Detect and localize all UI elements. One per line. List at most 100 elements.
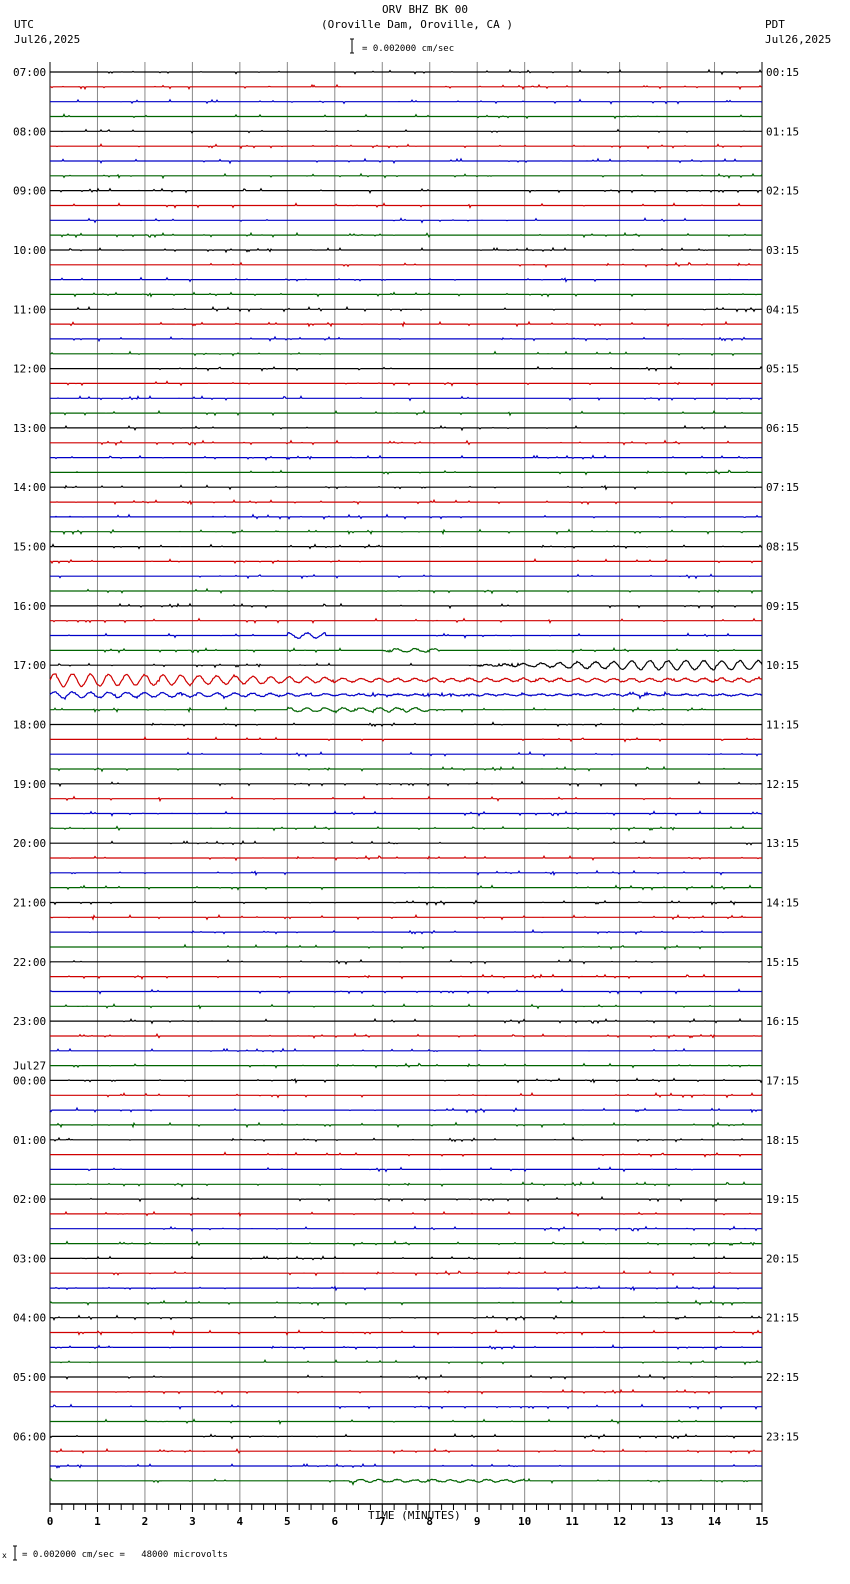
x-tick-label: 13 <box>660 1515 673 1528</box>
trace-row <box>50 573 762 580</box>
trace-row <box>50 187 762 194</box>
trace-row <box>50 825 762 832</box>
trace-row <box>50 291 762 298</box>
trace-row <box>50 202 762 209</box>
trace-row <box>50 928 762 935</box>
x-tick-label: 8 <box>426 1515 433 1528</box>
trace-row <box>50 617 762 625</box>
pdt-hour-label: 00:15 <box>766 66 799 79</box>
trace-row <box>49 988 762 995</box>
trace-row <box>50 543 763 550</box>
pdt-hour-label: 02:15 <box>766 185 799 198</box>
trace-row <box>50 659 763 671</box>
utc-hour-label: 13:00 <box>13 422 46 435</box>
trace-row <box>50 1047 762 1053</box>
x-tick-label: 15 <box>755 1515 768 1528</box>
x-tick-label: 3 <box>189 1515 196 1528</box>
trace-row <box>50 1195 762 1203</box>
trace-row <box>50 1418 762 1426</box>
trace-row <box>49 869 762 877</box>
utc-hour-label: 22:00 <box>13 956 46 969</box>
utc-hour-label: 05:00 <box>13 1371 46 1384</box>
pdt-hour-label: 11:15 <box>766 719 799 732</box>
trace-row <box>50 513 762 520</box>
pdt-hour-label: 06:15 <box>766 422 799 435</box>
utc-hour-label: 16:00 <box>13 600 46 613</box>
utc-hour-label: 15:00 <box>13 541 46 554</box>
pdt-hour-label: 03:15 <box>766 244 799 257</box>
trace-row <box>50 1359 762 1366</box>
trace-row <box>50 143 762 150</box>
trace-row <box>49 1477 762 1486</box>
utc-hour-label: 09:00 <box>13 185 46 198</box>
helicorder-page: ORV BHZ BK 00 (Oroville Dam, Oroville, C… <box>0 0 850 1584</box>
x-tick-label: 11 <box>566 1515 580 1528</box>
x-tick-label: 14 <box>708 1515 722 1528</box>
trace-row <box>49 690 763 701</box>
trace-row <box>50 943 763 951</box>
utc-hour-label: 08:00 <box>13 125 46 138</box>
seismogram-plot: 07:00 08:00 09:00 10:00 11:00 12:00 13:00 14:00… <box>13 38 799 1561</box>
utc-hour-label: 04:00 <box>13 1312 46 1325</box>
trace-row <box>50 1329 762 1336</box>
utc-hour-label: 11:00 <box>13 303 46 316</box>
utc-hour-label: 23:00 <box>13 1015 46 1028</box>
trace-row <box>50 913 762 921</box>
utc-hour-label: 02:00 <box>13 1193 46 1206</box>
trace-row <box>50 1270 762 1277</box>
trace-row <box>50 469 762 476</box>
date-change-label: Jul27 <box>13 1059 46 1072</box>
pdt-hour-label: 23:15 <box>766 1430 799 1443</box>
trace-row <box>50 587 762 595</box>
pdt-hour-label: 01:15 <box>766 125 799 138</box>
trace-row <box>49 721 762 728</box>
trace-row <box>50 498 762 506</box>
trace-row <box>50 1210 762 1218</box>
trace-row <box>50 1136 762 1143</box>
pdt-hour-label: 14:15 <box>766 896 799 909</box>
trace-row <box>50 395 762 402</box>
trace-row <box>50 157 762 165</box>
trace-row <box>50 320 762 328</box>
trace-row <box>50 1017 762 1025</box>
trace-row <box>50 484 762 491</box>
trace-row <box>50 736 762 743</box>
pdt-hour-label: 15:15 <box>766 956 799 969</box>
utc-hour-label: 18:00 <box>13 719 46 732</box>
trace-row <box>50 1448 762 1455</box>
utc-hour-label: 21:00 <box>13 896 46 909</box>
utc-hour-label: 01:00 <box>13 1134 46 1147</box>
trace-row <box>50 1003 762 1010</box>
trace-row <box>50 68 762 76</box>
trace-row <box>50 558 762 565</box>
trace-row <box>49 528 762 536</box>
trace-row <box>50 1166 762 1173</box>
x-tick-label: 4 <box>237 1515 244 1528</box>
trace-row <box>50 884 762 891</box>
utc-hour-label: 14:00 <box>13 481 46 494</box>
trace-row <box>50 854 762 862</box>
trace-row <box>50 1462 762 1469</box>
trace-row <box>50 350 762 357</box>
trace-row <box>49 958 763 965</box>
trace-row <box>50 1373 762 1381</box>
trace-row <box>50 1285 762 1292</box>
trace-row <box>50 217 762 224</box>
x-tick-label: 0 <box>47 1515 54 1528</box>
trace-row <box>50 261 762 268</box>
x-tick-label: 5 <box>284 1515 291 1528</box>
trace-row <box>49 1299 762 1307</box>
pdt-hour-label: 17:15 <box>766 1074 799 1087</box>
trace-row <box>50 840 762 846</box>
trace-row <box>50 1032 762 1040</box>
trace-row <box>50 424 762 432</box>
pdt-hour-label: 19:15 <box>766 1193 799 1206</box>
utc-hour-label: 12:00 <box>13 363 46 376</box>
pdt-hour-label: 05:15 <box>766 363 799 376</box>
trace-row <box>50 1121 762 1129</box>
pdt-hour-label: 09:15 <box>766 600 799 613</box>
trace-row <box>50 128 762 134</box>
trace-row <box>50 973 762 980</box>
pdt-hour-label: 07:15 <box>766 481 799 494</box>
trace-row <box>50 780 762 788</box>
